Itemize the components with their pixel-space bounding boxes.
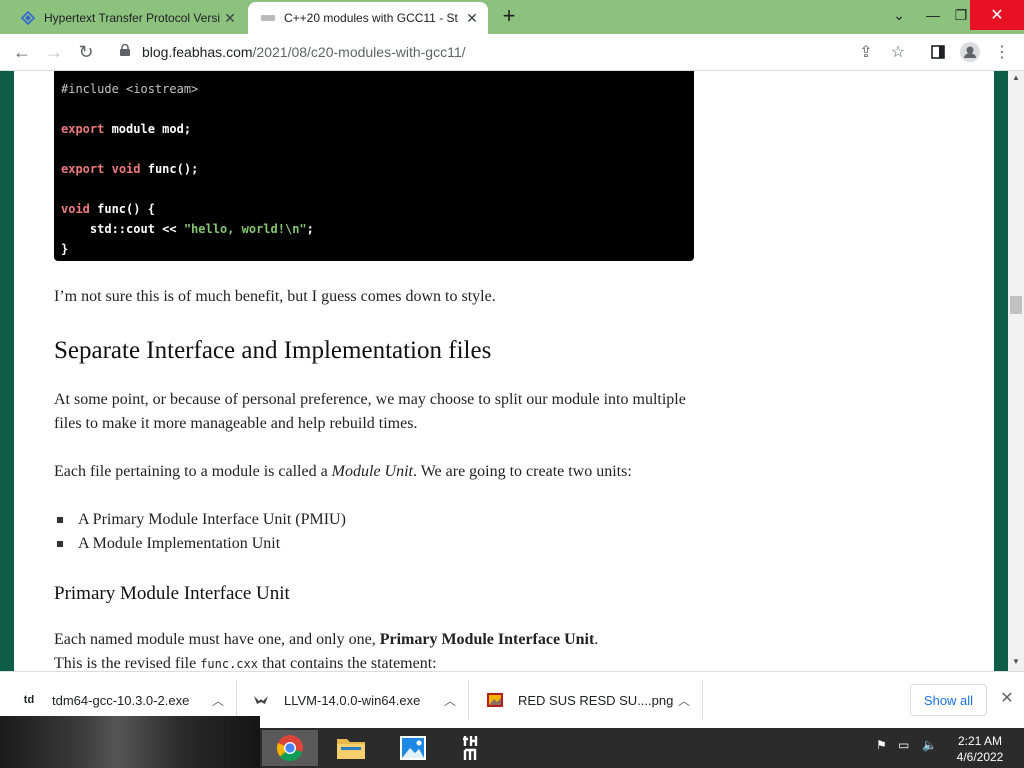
code-line: } <box>61 242 69 256</box>
left-green-border <box>0 71 14 671</box>
tab-label: Hypertext Transfer Protocol Versi <box>44 11 220 25</box>
new-tab-button[interactable]: + <box>498 5 520 28</box>
heading-pmiu: Primary Module Interface Unit <box>54 583 290 604</box>
right-green-border <box>994 71 1008 671</box>
tab-label: C++20 modules with GCC11 - St <box>284 11 458 25</box>
download-item[interactable]: td tdm64-gcc-10.3.0-2.exe ︿ <box>20 680 236 720</box>
page-viewport: #include <iostream> export module mod; e… <box>0 71 1008 671</box>
paragraph-module-unit: Each file pertaining to a module is call… <box>54 463 632 480</box>
url-path: /2021/08/c20-modules-with-gcc11/ <box>252 44 466 60</box>
volume-muted-icon[interactable]: 🔈 <box>922 738 937 752</box>
tab-http-protocol[interactable]: Hypertext Transfer Protocol Versi ✕ <box>6 2 246 34</box>
clock-time: 2:21 AM <box>957 734 1003 748</box>
scroll-up-arrow-icon[interactable]: ▲ <box>1008 71 1024 85</box>
chevron-up-icon[interactable]: ︿ <box>678 692 690 709</box>
image-file-icon <box>486 691 504 709</box>
globe-icon <box>20 10 36 26</box>
taskbar-clock[interactable]: 2:21 AM 4/6/2022 <box>950 733 1010 765</box>
scrollbar-thumb[interactable] <box>1010 296 1022 314</box>
divider <box>702 680 703 720</box>
tab-search-icon[interactable]: ⌄ <box>882 0 916 30</box>
chrome-taskbar-icon[interactable] <box>262 730 318 766</box>
page-icon <box>260 10 276 26</box>
network-icon[interactable]: ▭ <box>898 738 909 752</box>
vertical-scrollbar[interactable]: ▲ ▼ <box>1008 71 1024 671</box>
paragraph-named-module: Each named module must have one, and onl… <box>54 631 599 648</box>
download-item[interactable]: RED SUS RESD SU....png ︿ <box>486 680 702 720</box>
code-line: export module mod; <box>61 122 192 136</box>
units-list: A Primary Module Interface Unit (PMIU) A… <box>54 508 694 556</box>
divider <box>468 680 469 720</box>
tdm-icon: td <box>23 694 35 706</box>
chevron-up-icon[interactable]: ︿ <box>212 692 224 709</box>
forward-icon[interactable]: → <box>40 38 68 66</box>
profile-avatar-icon[interactable] <box>956 38 984 66</box>
close-window-icon[interactable]: ✕ <box>970 0 1024 30</box>
share-icon[interactable]: ⇪ <box>852 38 880 66</box>
llvm-dragon-icon <box>252 691 270 709</box>
close-tab-icon[interactable]: ✕ <box>464 10 480 26</box>
code-line: #include <iostream> <box>61 82 199 96</box>
bookmark-star-icon[interactable]: ☆ <box>884 38 912 66</box>
lock-icon <box>120 43 130 61</box>
code-line: export void func(); <box>61 162 199 176</box>
paragraph-revised-file: This is the revised file func.cxx that c… <box>54 655 437 671</box>
flag-icon[interactable]: ⚑ <box>876 738 887 752</box>
paragraph-split-module: At some point, or because of personal pr… <box>54 391 686 432</box>
url-text: blog.feabhas.com/2021/08/c20-modules-wit… <box>142 44 466 60</box>
code-line: std::cout << "hello, world!\n"; <box>61 222 314 236</box>
browser-toolbar: ← → ↻ blog.feabhas.com/2021/08/c20-modul… <box>0 34 1024 71</box>
menu-kebab-icon[interactable]: ⋮ <box>988 38 1016 66</box>
divider <box>236 680 237 720</box>
url-host: blog.feabhas.com <box>142 44 253 60</box>
clock-date: 4/6/2022 <box>956 750 1004 764</box>
reload-icon[interactable]: ↻ <box>72 38 100 66</box>
desktop-wallpaper-preview <box>0 716 260 768</box>
photos-taskbar-icon[interactable] <box>385 730 441 766</box>
term-module-unit: Module Unit <box>331 463 413 480</box>
download-filename: LLVM-14.0.0-win64.exe <box>284 692 421 708</box>
download-item[interactable]: LLVM-14.0.0-win64.exe ︿ <box>252 680 468 720</box>
address-bar[interactable]: blog.feabhas.com/2021/08/c20-modules-wit… <box>108 37 844 67</box>
tdm-taskbar-icon[interactable] <box>447 730 503 766</box>
tab-cpp-modules[interactable]: C++20 modules with GCC11 - St ✕ <box>248 2 488 34</box>
show-all-button[interactable]: Show all <box>910 684 987 716</box>
inline-code: func.cxx <box>200 657 258 671</box>
download-filename: tdm64-gcc-10.3.0-2.exe <box>52 692 190 708</box>
chevron-up-icon[interactable]: ︿ <box>444 692 456 709</box>
heading-separate-interface: Separate Interface and Implementation fi… <box>54 337 492 364</box>
windows-taskbar: ⚑ ▭ 🔈 2:21 AM 4/6/2022 <box>0 716 1024 768</box>
code-line: void func() { <box>61 202 155 216</box>
scroll-down-arrow-icon[interactable]: ▼ <box>1008 655 1024 669</box>
close-tab-icon[interactable]: ✕ <box>222 10 238 26</box>
download-filename: RED SUS RESD SU....png <box>518 692 674 708</box>
side-panel-icon[interactable] <box>924 38 952 66</box>
file-explorer-taskbar-icon[interactable] <box>323 730 379 766</box>
list-item: A Primary Module Interface Unit (PMIU) <box>54 508 694 532</box>
term-pmiu: Primary Module Interface Unit <box>379 631 595 648</box>
code-block: #include <iostream> export module mod; e… <box>54 71 694 261</box>
list-item: A Module Implementation Unit <box>54 532 694 556</box>
tab-strip: Hypertext Transfer Protocol Versi ✕ C++2… <box>0 0 1024 34</box>
back-icon[interactable]: ← <box>8 38 36 66</box>
close-downloads-icon[interactable]: ✕ <box>996 688 1018 710</box>
paragraph-style: I’m not sure this is of much benefit, bu… <box>54 288 496 305</box>
